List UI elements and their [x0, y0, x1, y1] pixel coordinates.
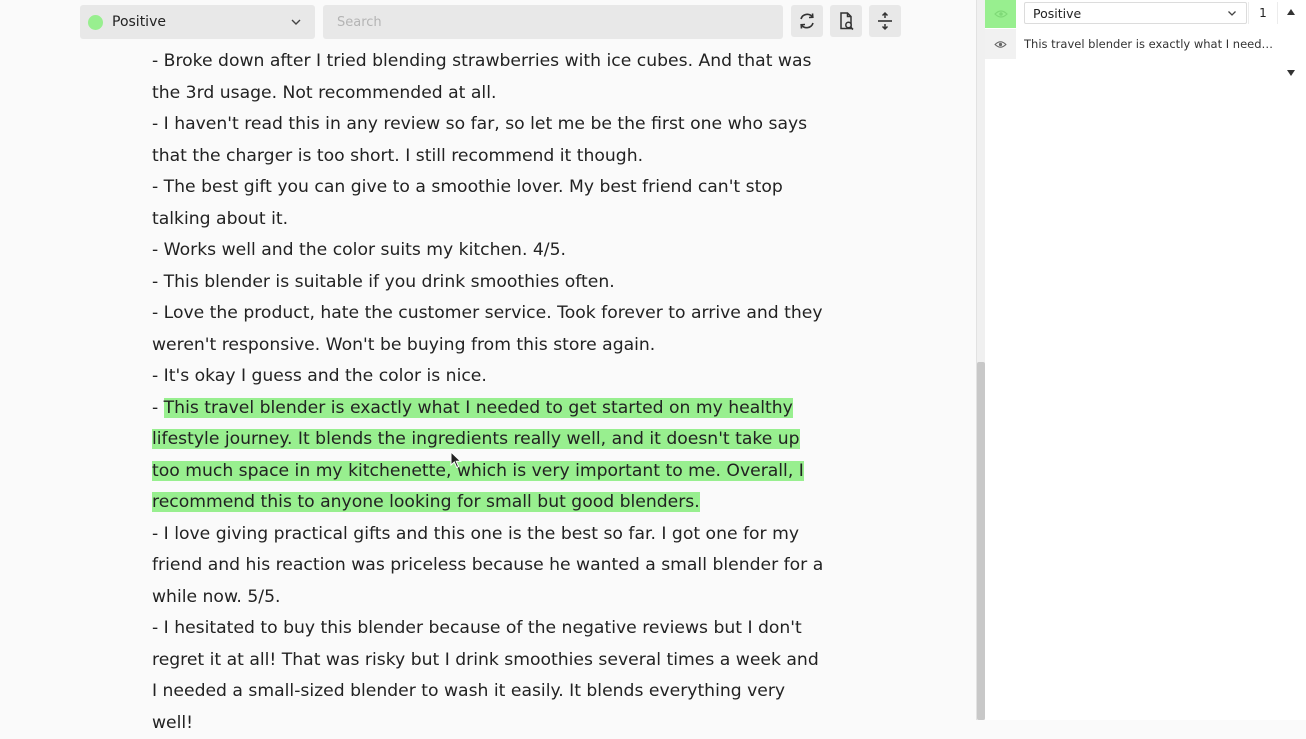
review-paragraph: - It's okay I guess and the color is nic…: [152, 366, 487, 386]
refresh-button[interactable]: [791, 5, 823, 37]
review-paragraph: - This blender is suitable if you drink …: [152, 271, 615, 292]
chevron-down-icon: [291, 19, 301, 25]
group-color-swatch[interactable]: [985, 0, 1016, 28]
visibility-toggle[interactable]: [985, 29, 1016, 59]
review-paragraph: - The best gift you can give to a smooth…: [152, 177, 783, 229]
review-paragraph: - Works well and the color suits my kitc…: [152, 240, 566, 260]
label-select-value: Positive: [112, 14, 166, 30]
document-search-button[interactable]: [830, 5, 862, 37]
document-pane: Positive Search - Broke down after I tri…: [0, 0, 976, 733]
document-scrollbar-thumb[interactable]: [977, 362, 985, 720]
highlight-prefix: -: [152, 397, 164, 418]
eye-icon: [993, 10, 1008, 18]
document-search-icon: [840, 12, 854, 31]
annotation-list-item[interactable]: This travel blender is exactly what I ne…: [985, 29, 1306, 76]
collapse-expand-button[interactable]: [869, 5, 901, 37]
collapse-expand-icon: [878, 11, 892, 31]
group-label-value: Positive: [1033, 5, 1082, 21]
collapse-up-icon[interactable]: [1287, 9, 1295, 15]
document-text: - Broke down after I tried blending stra…: [152, 46, 824, 739]
group-label-select[interactable]: Positive: [1024, 2, 1247, 24]
group-count: 1: [1248, 2, 1278, 24]
annotation-snippet[interactable]: This travel blender is exactly what I ne…: [1024, 37, 1274, 51]
refresh-icon: [800, 13, 814, 29]
label-color-dot: [88, 14, 103, 30]
review-paragraph-highlighted: - This travel blender is exactly what I …: [152, 393, 824, 519]
review-paragraph: - I haven't read this in any review so f…: [152, 114, 808, 166]
review-paragraph: - I love giving practical gifts and this…: [152, 523, 824, 607]
review-paragraph: - Love the product, hate the customer se…: [152, 303, 823, 355]
expand-down-icon[interactable]: [1287, 70, 1295, 76]
highlighted-annotation[interactable]: This travel blender is exactly what I ne…: [152, 397, 804, 512]
annotations-panel: Positive 1 This travel blender is exactl…: [985, 0, 1306, 720]
annotation-group-header: Positive 1: [985, 0, 1306, 28]
review-paragraph: - I hesitated to buy this blender becaus…: [152, 618, 819, 733]
review-paragraph: - Broke down after I tried blending stra…: [152, 51, 812, 103]
eye-icon: [994, 40, 1007, 48]
mouse-cursor-icon: [450, 451, 462, 469]
label-select[interactable]: Positive: [80, 5, 315, 39]
chevron-down-icon: [1228, 11, 1236, 16]
search-input[interactable]: [323, 5, 783, 39]
